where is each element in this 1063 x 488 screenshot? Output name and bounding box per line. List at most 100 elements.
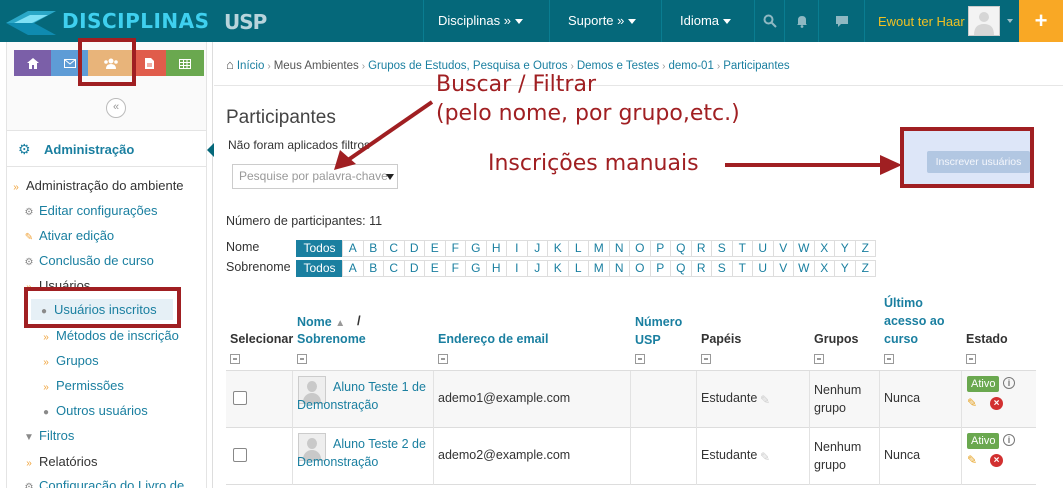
add-button[interactable]: + [1019, 0, 1063, 42]
home-icon[interactable]: ⌂ [226, 57, 234, 72]
select-row-checkbox[interactable] [233, 448, 247, 462]
last-name-letter-o[interactable]: O [629, 260, 651, 277]
first-name-letter-d[interactable]: D [403, 240, 425, 257]
last-name-letter-z[interactable]: Z [854, 260, 876, 277]
select-row-checkbox[interactable] [233, 391, 247, 405]
collapse-column-icon[interactable] [438, 354, 448, 364]
tree-groups[interactable]: » Grupos [40, 353, 98, 368]
first-name-letter-t[interactable]: T [731, 240, 753, 257]
first-name-letter-l[interactable]: L [567, 240, 589, 257]
first-name-letter-b[interactable]: B [362, 240, 384, 257]
last-name-letter-j[interactable]: J [526, 260, 548, 277]
edit-enrolment-icon[interactable]: ✎ [967, 453, 977, 467]
last-name-letter-f[interactable]: F [444, 260, 466, 277]
last-name-letter-w[interactable]: W [793, 260, 815, 277]
tree-enrolment-methods[interactable]: » Métodos de inscrição [40, 328, 179, 343]
tree-filters[interactable]: ▼ Filtros [23, 428, 74, 443]
last-name-letter-m[interactable]: M [588, 260, 610, 277]
header-usp-number[interactable]: Número USP [635, 313, 682, 349]
collapse-column-icon[interactable] [884, 354, 894, 364]
edit-role-icon[interactable]: ✎ [760, 450, 770, 464]
chat-icon[interactable] [818, 0, 864, 42]
first-name-letter-e[interactable]: E [424, 240, 446, 257]
header-last-name[interactable]: Sobrenome [297, 330, 366, 348]
first-name-letter-j[interactable]: J [526, 240, 548, 257]
last-name-letter-b[interactable]: B [362, 260, 384, 277]
last-name-letter-h[interactable]: H [485, 260, 507, 277]
first-name-letter-a[interactable]: A [342, 240, 364, 257]
search-icon[interactable] [754, 0, 784, 42]
first-name-letter-g[interactable]: G [465, 240, 487, 257]
last-name-letter-a[interactable]: A [342, 260, 364, 277]
collapse-column-icon[interactable] [701, 354, 711, 364]
first-name-letter-q[interactable]: Q [670, 240, 692, 257]
unenrol-icon[interactable]: × [990, 454, 1003, 467]
menu-idioma[interactable]: Idioma [661, 0, 754, 42]
first-name-letter-r[interactable]: R [690, 240, 712, 257]
breadcrumb-subcategory[interactable]: Demos e Testes [577, 60, 659, 72]
header-last-access[interactable]: Último acesso ao curso [884, 294, 944, 348]
first-name-letter-n[interactable]: N [608, 240, 630, 257]
first-name-letter-y[interactable]: Y [834, 240, 856, 257]
header-email[interactable]: Endereço de email [438, 330, 548, 348]
document-quick-button[interactable] [133, 50, 166, 76]
collapse-column-icon[interactable] [635, 354, 645, 364]
breadcrumb-participants[interactable]: Participantes [723, 60, 789, 72]
last-name-letter-k[interactable]: K [547, 260, 569, 277]
first-name-letter-p[interactable]: P [649, 240, 671, 257]
last-name-letter-n[interactable]: N [608, 260, 630, 277]
last-name-letter-q[interactable]: Q [670, 260, 692, 277]
home-quick-button[interactable] [14, 50, 51, 76]
last-name-letter-l[interactable]: L [567, 260, 589, 277]
last-name-letter-c[interactable]: C [383, 260, 405, 277]
first-name-letter-o[interactable]: O [629, 240, 651, 257]
edit-role-icon[interactable]: ✎ [760, 393, 770, 407]
first-name-letter-k[interactable]: K [547, 240, 569, 257]
last-name-letter-y[interactable]: Y [834, 260, 856, 277]
user-name-link[interactable]: Aluno Teste 1 de Demonstração [297, 378, 432, 414]
first-name-letter-s[interactable]: S [711, 240, 733, 257]
bell-icon[interactable] [784, 0, 818, 42]
tree-site-admin[interactable]: » Administração do ambiente [10, 178, 183, 193]
unenrol-icon[interactable]: × [990, 397, 1003, 410]
dropdown-arrow-icon[interactable] [386, 174, 394, 180]
first-name-letter-v[interactable]: V [772, 240, 794, 257]
site-brand[interactable]: DISCIPLINAS [4, 5, 209, 37]
first-name-all-link[interactable]: Todos [296, 240, 343, 257]
tree-other-users[interactable]: ● Outros usuários [40, 403, 148, 418]
avatar[interactable] [968, 6, 1000, 36]
tree-gradebook-setup[interactable]: ⚙ Configuração do Livro de [23, 478, 185, 488]
tree-reports[interactable]: » Relatórios [23, 454, 97, 469]
first-name-letter-u[interactable]: U [752, 240, 774, 257]
enrol-users-button[interactable]: Inscrever usuários [927, 151, 1030, 173]
last-name-letter-s[interactable]: S [711, 260, 733, 277]
collapse-column-icon[interactable] [814, 354, 824, 364]
last-name-letter-v[interactable]: V [772, 260, 794, 277]
breadcrumb-home[interactable]: Início [237, 60, 265, 72]
first-name-letter-z[interactable]: Z [854, 240, 876, 257]
breadcrumb-category[interactable]: Grupos de Estudos, Pesquisa e Outros [368, 60, 567, 72]
edit-enrolment-icon[interactable]: ✎ [967, 396, 977, 410]
collapse-column-icon[interactable] [230, 354, 240, 364]
user-caret-icon[interactable] [1007, 19, 1013, 23]
first-name-letter-i[interactable]: I [506, 240, 528, 257]
last-name-letter-r[interactable]: R [690, 260, 712, 277]
tree-course-completion[interactable]: ⚙ Conclusão de curso [23, 253, 154, 268]
user-name-link[interactable]: Aluno Teste 2 de Demonstração [297, 435, 432, 471]
last-name-letter-g[interactable]: G [465, 260, 487, 277]
tree-permissions[interactable]: » Permissões [40, 378, 124, 393]
last-name-all-link[interactable]: Todos [296, 260, 343, 277]
user-menu-name[interactable]: Ewout ter Haar [878, 0, 965, 42]
first-name-letter-m[interactable]: M [588, 240, 610, 257]
menu-disciplinas[interactable]: Disciplinas » [423, 0, 549, 42]
collapse-sidebar-button[interactable]: « [106, 98, 126, 118]
tree-turn-editing-on[interactable]: ✎ Ativar edição [23, 228, 114, 243]
last-name-letter-e[interactable]: E [424, 260, 446, 277]
info-icon[interactable]: i [1003, 434, 1015, 446]
last-name-letter-i[interactable]: I [506, 260, 528, 277]
last-name-letter-d[interactable]: D [403, 260, 425, 277]
last-name-letter-p[interactable]: P [649, 260, 671, 277]
keyword-search-input[interactable]: Pesquise por palavra-chave [232, 164, 398, 189]
administration-header[interactable]: ⚙ Administração [7, 131, 206, 167]
last-name-letter-u[interactable]: U [752, 260, 774, 277]
